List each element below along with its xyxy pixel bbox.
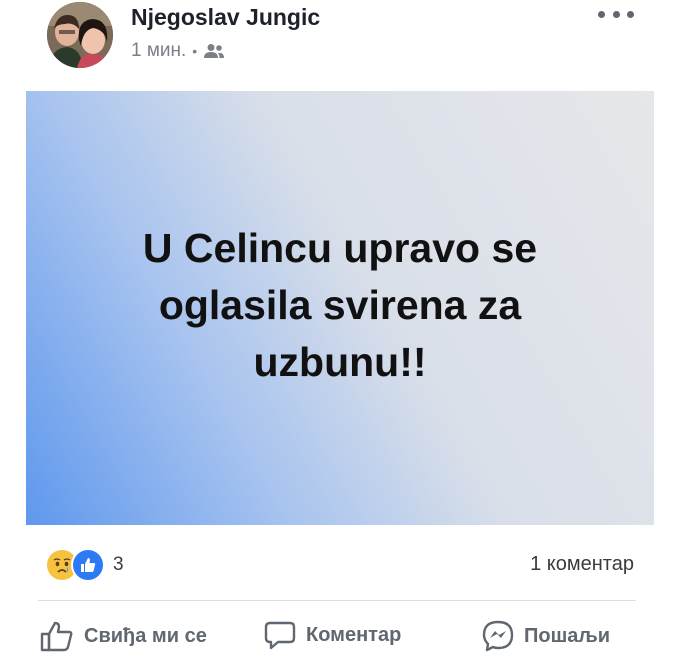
post-header: Njegoslav Jungic 1 мин. • xyxy=(0,0,680,80)
friends-icon xyxy=(204,44,225,58)
comment-icon xyxy=(264,621,296,650)
like-button[interactable]: Свиђа ми се xyxy=(40,620,207,652)
avatar-photo xyxy=(47,2,113,68)
reactions-summary[interactable]: 3 xyxy=(45,548,124,582)
post-actions: Свиђа ми се Коментар Пошаљи xyxy=(0,614,680,655)
post-meta: 1 мин. • xyxy=(131,40,225,62)
post-stats: 3 1 коментар xyxy=(0,540,680,588)
share-label: Пошаљи xyxy=(524,624,611,647)
post-background-card[interactable]: U Celincu upravo se oglasila svirena za … xyxy=(26,91,654,525)
meta-separator: • xyxy=(192,43,198,59)
messenger-icon xyxy=(482,620,514,652)
like-label: Свиђа ми се xyxy=(84,624,207,647)
divider xyxy=(38,600,636,601)
more-dot xyxy=(627,10,634,18)
share-button[interactable]: Пошаљи xyxy=(482,620,610,652)
like-reaction-icon xyxy=(71,548,105,582)
more-dot xyxy=(612,10,620,18)
author-name[interactable]: Njegoslav Jungic xyxy=(131,4,320,31)
reaction-count: 3 xyxy=(113,554,124,575)
post-text: U Celincu upravo se oglasila svirena za … xyxy=(142,224,538,385)
thumbs-up-icon xyxy=(40,621,73,652)
comments-count[interactable]: 1 коментар xyxy=(530,553,634,576)
comment-label: Коментар xyxy=(306,623,402,646)
avatar[interactable] xyxy=(47,2,113,68)
more-dot xyxy=(598,10,605,18)
more-options-icon[interactable] xyxy=(598,4,634,24)
comment-button[interactable]: Коментар xyxy=(264,620,401,650)
post-time[interactable]: 1 мин. xyxy=(131,40,186,62)
